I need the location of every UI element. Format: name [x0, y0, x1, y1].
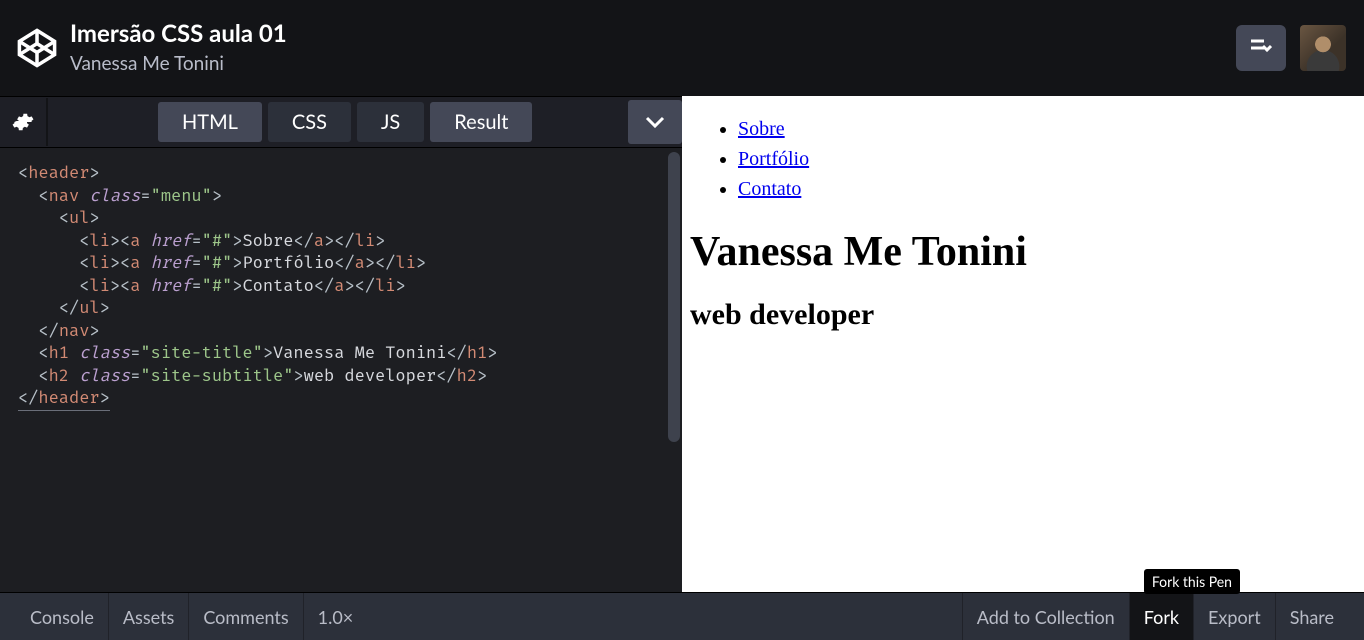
- codepen-logo-icon: [15, 26, 59, 70]
- workspace: <header> <nav class="menu"> <ul> <li><a …: [0, 148, 1364, 592]
- pen-settings-button[interactable]: [0, 98, 48, 146]
- preview-nav-item: Sobre: [738, 114, 1356, 144]
- editor-scrollbar[interactable]: [668, 152, 680, 442]
- tab-js[interactable]: JS: [357, 102, 424, 142]
- preview-site-title: Vanessa Me Tonini: [690, 228, 1356, 276]
- html-editor[interactable]: <header> <nav class="menu"> <ul> <li><a …: [0, 148, 682, 592]
- tab-css[interactable]: CSS: [268, 102, 351, 142]
- pen-title-block: Imersão CSS aula 01 Vanessa Me Tonini: [70, 21, 287, 74]
- preview-nav-list: Sobre Portfólio Contato: [690, 114, 1356, 204]
- comments-button[interactable]: Comments: [189, 593, 303, 640]
- pen-title: Imersão CSS aula 01: [70, 21, 287, 47]
- preview-link-portfolio[interactable]: Portfólio: [738, 148, 809, 170]
- editor-layout-button[interactable]: [1236, 25, 1286, 71]
- chevron-down-icon: [645, 116, 665, 128]
- editor-layout-icon: [1250, 39, 1272, 57]
- editor-tabs: HTML CSS JS Result: [158, 102, 532, 142]
- share-button[interactable]: Share: [1275, 593, 1348, 640]
- gear-icon: [12, 111, 34, 133]
- footer-bar: Console Assets Comments 1.0× Add to Coll…: [0, 592, 1364, 640]
- zoom-indicator[interactable]: 1.0×: [304, 593, 368, 640]
- editor-toolbar: HTML CSS JS Result: [0, 96, 682, 148]
- add-to-collection-button[interactable]: Add to Collection: [962, 593, 1129, 640]
- user-avatar[interactable]: [1300, 25, 1346, 71]
- collapse-editor-button[interactable]: [628, 100, 682, 144]
- export-button[interactable]: Export: [1193, 593, 1275, 640]
- fork-button[interactable]: Fork: [1129, 593, 1193, 640]
- preview-nav-item: Contato: [738, 174, 1356, 204]
- console-button[interactable]: Console: [16, 593, 109, 640]
- app-header: Imersão CSS aula 01 Vanessa Me Tonini: [0, 0, 1364, 96]
- preview-link-sobre[interactable]: Sobre: [738, 118, 785, 140]
- result-preview: Sobre Portfólio Contato Vanessa Me Tonin…: [682, 96, 1364, 592]
- tab-html[interactable]: HTML: [158, 102, 262, 142]
- tab-result[interactable]: Result: [430, 102, 532, 142]
- preview-link-contato[interactable]: Contato: [738, 178, 801, 200]
- pen-author[interactable]: Vanessa Me Tonini: [70, 52, 287, 75]
- preview-site-subtitle: web developer: [690, 298, 1356, 332]
- fork-tooltip: Fork this Pen: [1144, 569, 1240, 594]
- code-content: <header> <nav class="menu"> <ul> <li><a …: [18, 162, 664, 411]
- assets-button[interactable]: Assets: [109, 593, 189, 640]
- preview-nav-item: Portfólio: [738, 144, 1356, 174]
- codepen-logo[interactable]: [14, 25, 60, 71]
